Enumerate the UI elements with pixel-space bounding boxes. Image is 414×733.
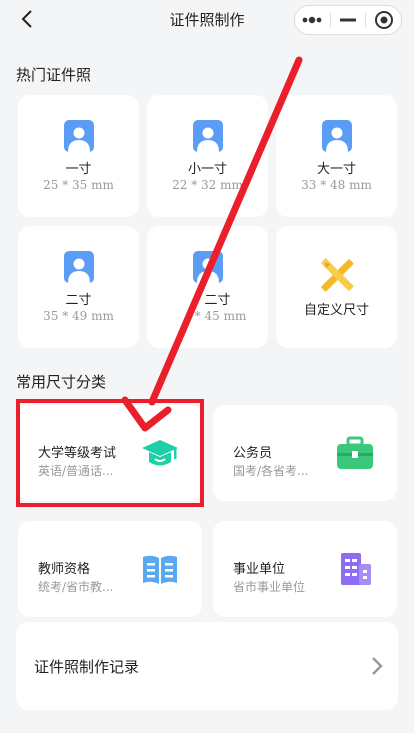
portrait-icon: [193, 120, 223, 152]
ruler-pencil-icon: [321, 258, 354, 292]
category-section-title: 常用尺寸分类: [16, 373, 107, 391]
category-subtitle: 省市事业单位: [233, 580, 306, 594]
size-dimensions: 35 * 49 mm: [43, 309, 114, 323]
size-name: 二寸: [65, 293, 92, 308]
more-dots-icon: [302, 16, 322, 24]
category-subtitle: 统考/省市教...: [38, 580, 114, 594]
size-dimensions: 33 * 48 mm: [301, 178, 372, 192]
size-name: 大一寸: [316, 162, 356, 177]
photo-record-row[interactable]: 证件照制作记录: [16, 622, 398, 710]
category-name: 教师资格: [38, 562, 91, 577]
size-dimensions: 25 * 35 mm: [43, 178, 114, 192]
portrait-icon: [64, 251, 94, 283]
photo-size-card-3[interactable]: 大一寸 33 * 48 mm: [276, 95, 397, 217]
portrait-icon: [193, 251, 223, 283]
size-name: 一寸: [65, 162, 92, 177]
more-button[interactable]: [295, 6, 330, 34]
photo-size-card-4[interactable]: 二寸 35 * 49 mm: [18, 226, 139, 348]
photo-size-card-5[interactable]: 二寸 * 45 mm: [147, 226, 268, 348]
photo-size-card-2[interactable]: 小一寸 22 * 32 mm: [147, 95, 268, 217]
mini-program-capsule: [294, 5, 402, 35]
category-card-public-institution[interactable]: 事业单位 省市事业单位: [213, 521, 397, 617]
highlight-box: [16, 399, 204, 507]
photo-size-card-1[interactable]: 一寸 25 * 35 mm: [18, 95, 139, 217]
book-icon: [143, 555, 177, 584]
chevron-right-icon: [372, 657, 383, 675]
category-name: 公务员: [233, 446, 273, 461]
record-label: 证件照制作记录: [34, 658, 140, 676]
category-subtitle: 国考/各省考...: [233, 464, 309, 478]
minus-icon: [340, 18, 356, 22]
category-card-civil-servant[interactable]: 公务员 国考/各省考...: [213, 405, 397, 501]
top-bar: 证件照制作: [0, 0, 414, 40]
size-name: 自定义尺寸: [303, 303, 369, 318]
custom-size-card[interactable]: 自定义尺寸: [276, 226, 397, 348]
portrait-icon: [322, 120, 352, 152]
size-dimensions: 22 * 32 mm: [172, 178, 243, 192]
category-name: 事业单位: [233, 562, 286, 577]
minimize-button[interactable]: [331, 6, 366, 34]
size-dimensions: * 45 mm: [194, 309, 247, 323]
size-name: 小一寸: [187, 162, 227, 177]
target-circle-icon: [374, 11, 393, 29]
portrait-icon: [64, 120, 94, 152]
size-name: 二寸: [204, 293, 231, 308]
close-mini-program-button[interactable]: [366, 6, 401, 34]
briefcase-icon: [337, 436, 373, 469]
category-card-teacher-qualification[interactable]: 教师资格 统考/省市教...: [18, 521, 202, 617]
building-icon: [341, 553, 371, 585]
hot-section-title: 热门证件照: [16, 66, 92, 84]
